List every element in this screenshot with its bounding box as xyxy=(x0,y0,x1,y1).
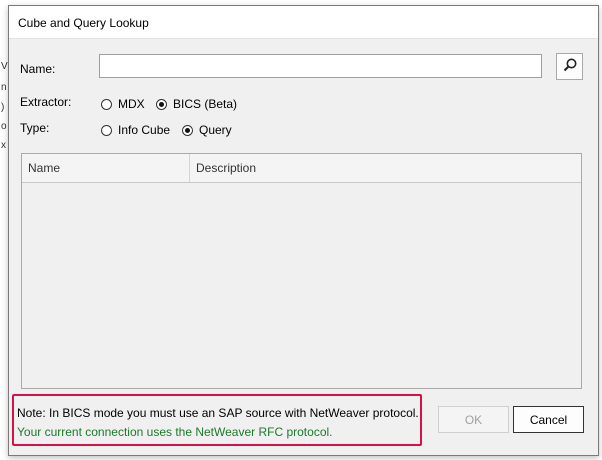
radio-circle-checked xyxy=(156,98,167,110)
column-header-description[interactable]: Description xyxy=(190,154,581,182)
extractor-radio-mdx[interactable]: MDX xyxy=(101,97,145,111)
table-header: Name Description xyxy=(22,154,581,183)
search-button[interactable] xyxy=(556,53,583,80)
cancel-button[interactable]: Cancel xyxy=(513,406,584,433)
type-label: Type: xyxy=(20,121,50,135)
results-table[interactable]: Name Description xyxy=(21,153,582,389)
background-text: ) xyxy=(1,102,5,113)
radio-circle xyxy=(101,98,112,110)
extractor-label: Extractor: xyxy=(20,95,72,109)
search-icon xyxy=(562,57,578,76)
bics-note-text: Note: In BICS mode you must use an SAP s… xyxy=(17,406,419,420)
column-header-name[interactable]: Name xyxy=(22,154,190,182)
connection-status-text: Your current connection uses the NetWeav… xyxy=(17,425,333,439)
radio-circle-checked xyxy=(182,124,193,136)
background-text: n xyxy=(1,82,7,93)
background-text: V xyxy=(1,61,8,72)
radio-circle xyxy=(101,124,112,136)
type-radio-query[interactable]: Query xyxy=(182,123,232,137)
name-input[interactable] xyxy=(99,54,542,78)
name-label: Name: xyxy=(20,62,56,76)
radio-label: Info Cube xyxy=(118,123,171,137)
radio-label: Query xyxy=(199,123,232,137)
extractor-radio-bics[interactable]: BICS (Beta) xyxy=(156,97,237,111)
dialog-title: Cube and Query Lookup xyxy=(18,16,149,30)
ok-button[interactable]: OK xyxy=(438,406,509,433)
background-text: o xyxy=(1,121,7,132)
cube-query-lookup-dialog: Cube and Query Lookup Name: Extractor: M… xyxy=(8,5,599,456)
dialog-titlebar[interactable]: Cube and Query Lookup xyxy=(9,6,598,39)
type-radio-info-cube[interactable]: Info Cube xyxy=(101,123,170,137)
radio-label: BICS (Beta) xyxy=(173,97,238,111)
background-text: x xyxy=(1,140,6,151)
radio-label: MDX xyxy=(118,97,145,111)
